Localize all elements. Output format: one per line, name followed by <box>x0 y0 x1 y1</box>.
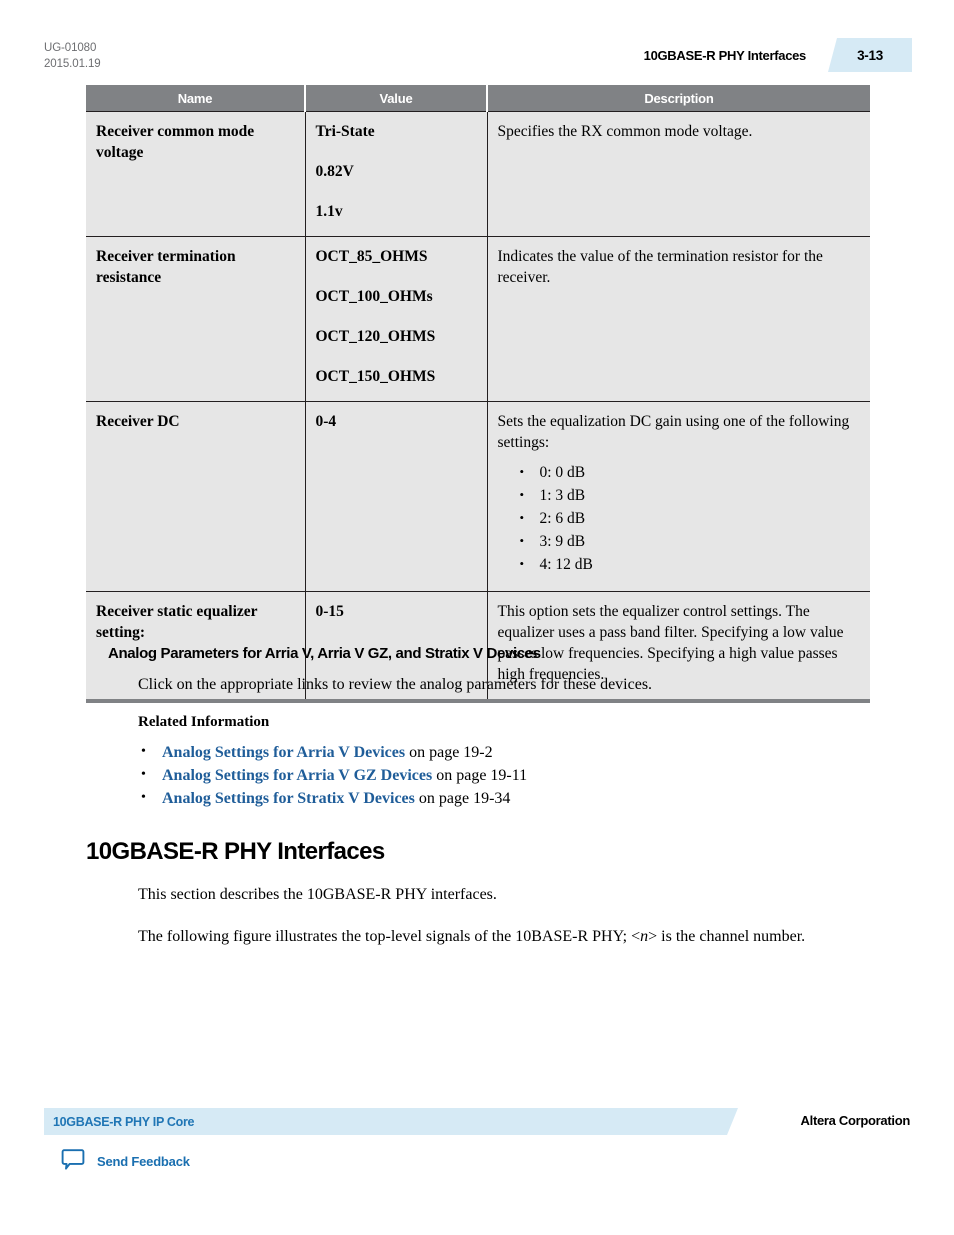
page-number-badge: 3-13 <box>828 38 912 72</box>
value-line: OCT_150_OHMS <box>315 368 436 385</box>
bullet-item: 4: 12 dB <box>520 553 861 575</box>
table-header-row: Name Value Description <box>86 85 870 112</box>
speech-bubble-icon <box>60 1146 86 1177</box>
list-item: Analog Settings for Arria V Devices on p… <box>138 740 876 764</box>
related-links-list: Analog Settings for Arria V Devices on p… <box>86 740 876 810</box>
description-bullet-list: 0: 0 dB 1: 3 dB 2: 6 dB 3: 9 dB 4: 12 dB <box>498 461 861 575</box>
table-body: Receiver common mode voltage Tri-State 0… <box>86 111 870 703</box>
section-paragraph: Click on the appropriate links to review… <box>138 676 653 693</box>
value-line: 0-4 <box>315 413 337 430</box>
column-header-value: Value <box>305 85 488 112</box>
related-link-suffix: on page 19-34 <box>414 790 511 807</box>
table-header: Name Value Description <box>86 85 870 112</box>
doc-date: 2015.01.19 <box>44 57 101 70</box>
bullet-item: 0: 0 dB <box>520 461 861 483</box>
value-line: 1.1v <box>315 203 343 220</box>
section-heading: Analog Parameters for Arria V, Arria V G… <box>108 645 541 662</box>
send-feedback-button[interactable]: Send Feedback <box>60 1148 190 1174</box>
cell-parameter-name: Receiver DC <box>86 401 306 592</box>
list-item: Analog Settings for Arria V GZ Devices o… <box>138 763 876 787</box>
description-text: Sets the equalization DC gain using one … <box>497 413 850 451</box>
value-line: OCT_100_OHMs <box>315 288 433 305</box>
description-text: Indicates the value of the termination r… <box>497 248 823 286</box>
cell-parameter-value: OCT_85_OHMS OCT_100_OHMs OCT_120_OHMS OC… <box>305 236 488 402</box>
table-row: Receiver DC 0-4 Sets the equalization DC… <box>86 401 870 592</box>
header-right-group: 10GBASE-R PHY Interfaces 3-13 <box>644 38 954 72</box>
document-identifier: UG-01080 2015.01.19 <box>44 41 101 72</box>
doc-number: UG-01080 <box>44 42 97 54</box>
cell-parameter-value: Tri-State 0.82V 1.1v <box>305 111 488 237</box>
related-link[interactable]: Analog Settings for Stratix V Devices <box>162 790 415 807</box>
related-link[interactable]: Analog Settings for Arria V Devices <box>162 744 405 761</box>
analog-parameters-table: Name Value Description Receiver common m… <box>86 85 870 703</box>
analog-parameters-section: Analog Parameters for Arria V, Arria V G… <box>86 645 876 810</box>
related-link-suffix: on page 19-11 <box>432 767 528 784</box>
list-item: Analog Settings for Stratix V Devices on… <box>138 786 876 810</box>
cell-parameter-description: Specifies the RX common mode voltage. <box>487 111 870 237</box>
cell-parameter-description: Indicates the value of the termination r… <box>487 236 870 402</box>
paragraph-2-italic: n <box>640 928 649 945</box>
bullet-item: 1: 3 dB <box>520 484 861 506</box>
footer-bar: 10GBASE-R PHY IP Core <box>44 1108 738 1135</box>
paragraph-2-before: The following figure illustrates the top… <box>138 928 641 945</box>
value-line: Tri-State <box>315 123 375 140</box>
footer-corporation: Altera Corporation <box>800 1113 911 1128</box>
value-line: 0.82V <box>315 163 354 180</box>
cell-parameter-name: Receiver termination resistance <box>86 236 306 402</box>
bullet-item: 2: 6 dB <box>520 507 861 529</box>
related-link[interactable]: Analog Settings for Arria V GZ Devices <box>162 767 432 784</box>
value-line: 0-15 <box>315 603 344 620</box>
send-feedback-label: Send Feedback <box>97 1153 190 1169</box>
value-line: OCT_120_OHMS <box>315 328 436 345</box>
column-header-name: Name <box>86 85 306 112</box>
value-line: OCT_85_OHMS <box>315 248 428 265</box>
footer-ip-core-label: 10GBASE-R PHY IP Core <box>53 1114 195 1129</box>
main-paragraph-1: This section describes the 10GBASE-R PHY… <box>138 886 497 903</box>
related-information-title: Related Information <box>138 714 270 730</box>
main-paragraph-2: The following figure illustrates the top… <box>138 926 886 948</box>
column-header-description: Description <box>487 85 870 112</box>
related-link-suffix: on page 19-2 <box>405 744 493 761</box>
bullet-item: 3: 9 dB <box>520 530 861 552</box>
page-title: 10GBASE-R PHY Interfaces <box>86 838 385 865</box>
page-header: UG-01080 2015.01.19 10GBASE-R PHY Interf… <box>0 38 954 84</box>
table-row: Receiver termination resistance OCT_85_O… <box>86 236 870 402</box>
cell-parameter-value: 0-4 <box>305 401 488 592</box>
description-text: Specifies the RX common mode voltage. <box>497 123 753 140</box>
main-section: 10GBASE-R PHY Interfaces This section de… <box>86 838 886 968</box>
cell-parameter-name: Receiver common mode voltage <box>86 111 306 237</box>
header-chapter-title: 10GBASE-R PHY Interfaces <box>643 47 807 63</box>
paragraph-2-after: > is the channel number. <box>648 928 806 945</box>
cell-parameter-description: Sets the equalization DC gain using one … <box>487 401 870 592</box>
table-row: Receiver common mode voltage Tri-State 0… <box>86 111 870 237</box>
